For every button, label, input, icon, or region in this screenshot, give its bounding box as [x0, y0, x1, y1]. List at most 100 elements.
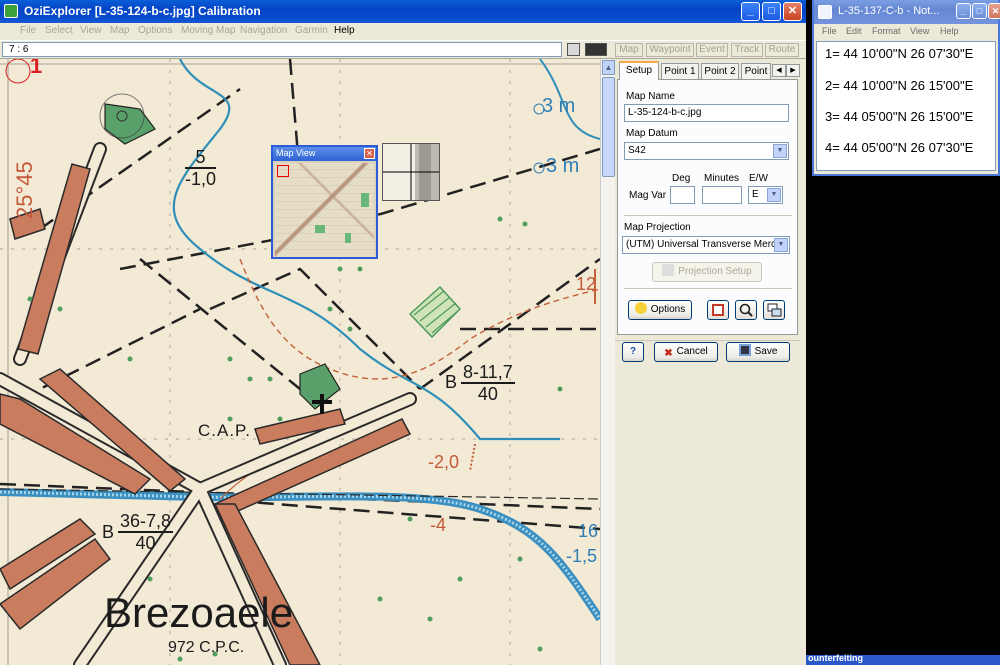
window-title: OziExplorer [L-35-124-b-c.jpg] Calibrati…: [24, 4, 261, 18]
notepad-menu-view[interactable]: View: [910, 26, 929, 36]
notepad-text-area[interactable]: 1= 44 10'00"N 26 07'30"E 2= 44 10'00"N 2…: [816, 41, 996, 171]
map-view-viewport-box[interactable]: [277, 165, 289, 177]
map-view-thumbnail[interactable]: [275, 163, 374, 257]
map-datum-select[interactable]: S42 ▼: [624, 142, 789, 160]
tab-point-1[interactable]: Point 1: [661, 63, 699, 80]
fraction-3-den: 40: [135, 533, 156, 553]
tab-scroll-left-icon[interactable]: ◀: [772, 64, 786, 77]
tab-point-2[interactable]: Point 2: [701, 63, 739, 80]
ew-label: E/W: [749, 173, 768, 184]
close-button[interactable]: ✕: [783, 2, 802, 21]
chevron-down-icon[interactable]: ▼: [774, 238, 788, 252]
divider: [615, 340, 800, 341]
map-datum-label: Map Datum: [626, 128, 678, 139]
setup-tab-body: Map Name L-35-124-b-c.jpg Map Datum S42 …: [617, 79, 798, 335]
menu-file[interactable]: File: [20, 25, 36, 36]
notepad-close-button[interactable]: ✕: [988, 3, 1000, 19]
app-icon: [4, 4, 18, 18]
view-tab-event[interactable]: Event: [696, 43, 728, 57]
notepad-menu-help[interactable]: Help: [940, 26, 959, 36]
save-button[interactable]: Save: [726, 342, 790, 362]
oziexplorer-window: OziExplorer [L-35-124-b-c.jpg] Calibrati…: [0, 0, 806, 665]
picture-icon[interactable]: [567, 43, 580, 56]
notepad-maximize-button[interactable]: □: [972, 3, 987, 19]
map-view-titlebar[interactable]: Map View ✕: [273, 147, 376, 161]
map-image-icon: [712, 304, 724, 316]
view-tab-route[interactable]: Route: [765, 43, 799, 57]
zoom-button[interactable]: [735, 300, 757, 320]
ozi-titlebar[interactable]: OziExplorer [L-35-124-b-c.jpg] Calibrati…: [0, 0, 806, 23]
tab-scroll-right-icon[interactable]: ▶: [786, 64, 800, 77]
map-bridge-fraction-2: 8-11,7 40: [461, 362, 515, 404]
view-tab-waypoint[interactable]: Waypoint: [646, 43, 694, 57]
save-label: Save: [754, 346, 778, 357]
mag-var-ew-select[interactable]: E ▼: [748, 186, 783, 204]
map-label-latitude: 25°45: [12, 161, 37, 219]
menubar: File Select View Map Options Moving Map …: [0, 23, 806, 40]
cancel-label: Cancel: [676, 346, 708, 357]
fraction-2-prefix: B: [445, 372, 458, 392]
status-field: 7 : 6: [2, 42, 562, 57]
chevron-down-icon[interactable]: ▼: [767, 188, 781, 202]
menu-garmin[interactable]: Garmin: [295, 25, 328, 36]
map-projection-select[interactable]: (UTM) Universal Transverse Mercat ▼: [622, 236, 790, 254]
map-label-3m-bottom: 3 m: [546, 155, 580, 177]
notepad-minimize-button[interactable]: _: [956, 3, 971, 19]
deg-label: Deg: [672, 173, 691, 184]
map-label-minus-15: -1,5: [566, 546, 598, 566]
save-disk-icon[interactable]: [585, 43, 607, 56]
fraction-3-prefix: B: [102, 522, 115, 542]
options-label: Options: [650, 304, 686, 315]
map-corner-marker: 1: [30, 59, 43, 78]
menu-select[interactable]: Select: [45, 25, 73, 36]
notepad-titlebar[interactable]: L-35-137-C-b - Not... _ □ ✕: [814, 0, 1000, 24]
map-view-window[interactable]: Map View ✕: [271, 145, 378, 259]
map-image-button[interactable]: [707, 300, 729, 320]
divider: [624, 215, 792, 216]
ew-value: E: [752, 189, 759, 200]
cancel-button[interactable]: ✖ Cancel: [654, 342, 718, 362]
fraction-3-num: 36-7,8: [118, 511, 174, 533]
mag-var-minutes-field[interactable]: [702, 186, 742, 204]
menu-options[interactable]: Options: [138, 25, 172, 36]
scroll-up-arrow-icon[interactable]: ▲: [602, 60, 615, 75]
taskbar-text[interactable]: ounterfeiting: [808, 653, 863, 663]
notepad-menu-file[interactable]: File: [822, 26, 837, 36]
tab-setup[interactable]: Setup: [619, 61, 659, 80]
map-name-field[interactable]: L-35-124-b-c.jpg: [624, 104, 789, 122]
map-vertical-scrollbar[interactable]: ▲: [600, 59, 615, 665]
taskbar-fragment: ounterfeiting: [806, 653, 1000, 665]
calibration-panel: Setup Point 1 Point 2 Point 3 ◀ ▶ Map Na…: [615, 59, 800, 665]
minimize-button[interactable]: _: [741, 2, 760, 21]
tab-point-3[interactable]: Point 3: [741, 63, 771, 80]
map-view-close-icon[interactable]: ✕: [364, 148, 375, 159]
view-tab-map[interactable]: Map: [615, 43, 643, 57]
lightbulb-icon: [634, 302, 647, 314]
notepad-window: L-35-137-C-b - Not... _ □ ✕ File Edit Fo…: [812, 0, 1000, 176]
notepad-menubar: File Edit Format View Help: [814, 24, 998, 41]
mag-var-deg-field[interactable]: [670, 186, 695, 204]
scroll-thumb[interactable]: [602, 77, 615, 177]
projection-icon: [662, 264, 675, 276]
menu-navigation[interactable]: Navigation: [240, 25, 287, 36]
map-label-16: 16: [578, 521, 599, 541]
projection-setup-button[interactable]: Projection Setup: [652, 262, 762, 282]
notepad-menu-format[interactable]: Format: [872, 26, 901, 36]
menu-map[interactable]: Map: [110, 25, 129, 36]
notepad-menu-edit[interactable]: Edit: [846, 26, 862, 36]
map-label-cap: C.A.P.: [198, 421, 251, 440]
minutes-label: Minutes: [704, 173, 740, 184]
options-button[interactable]: Options: [628, 300, 692, 320]
menu-help[interactable]: Help: [334, 25, 355, 36]
menu-view[interactable]: View: [80, 25, 102, 36]
help-button[interactable]: ?: [622, 342, 644, 362]
view-tab-track[interactable]: Track: [731, 43, 763, 57]
maximize-button[interactable]: □: [762, 2, 781, 21]
windows-icon: [767, 303, 782, 317]
menu-moving-map[interactable]: Moving Map: [181, 25, 235, 36]
cancel-x-icon: ✖: [664, 348, 673, 359]
mag-var-label: Mag Var: [629, 190, 667, 201]
windows-button[interactable]: [763, 300, 785, 320]
map-projection-label: Map Projection: [624, 222, 691, 233]
chevron-down-icon[interactable]: ▼: [773, 144, 787, 158]
